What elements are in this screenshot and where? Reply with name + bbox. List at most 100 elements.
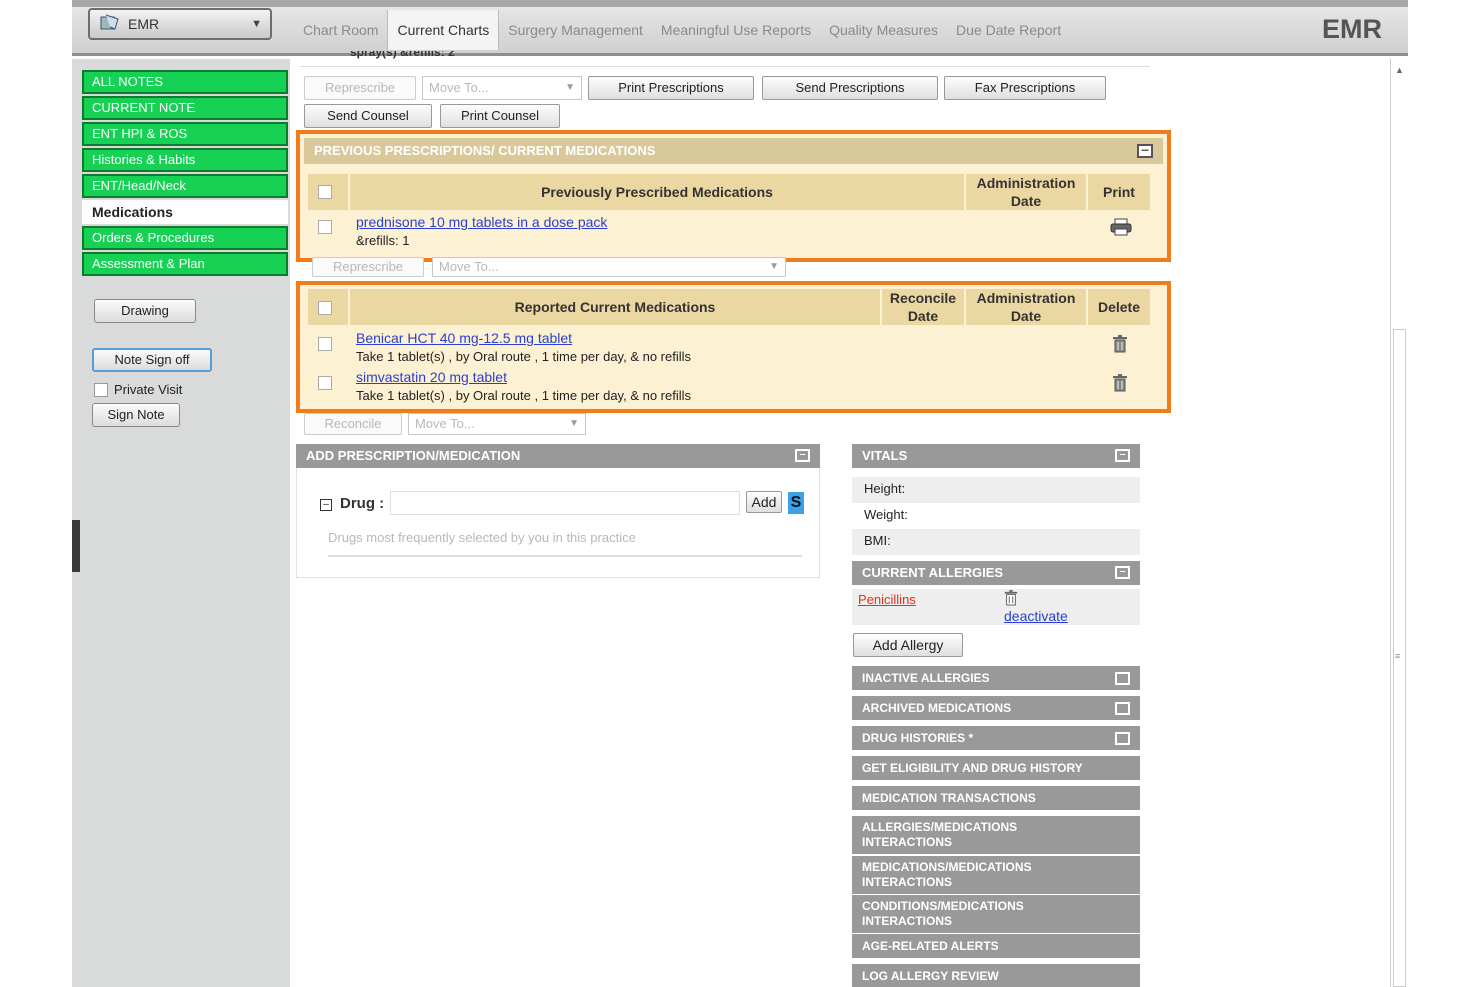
vertical-scrollbar[interactable]: ▲ ≡ <box>1390 59 1408 987</box>
send-prescriptions-button[interactable]: Send Prescriptions <box>762 76 938 100</box>
section-title: AGE-RELATED ALERTS <box>862 939 999 953</box>
col-reported-current-medications: Reported Current Medications <box>350 289 880 325</box>
tab-meaningful-use-reports[interactable]: Meaningful Use Reports <box>652 10 820 50</box>
collapse-tree-icon[interactable]: – <box>320 499 332 511</box>
drawing-button[interactable]: Drawing <box>94 299 196 323</box>
medication-row: Benicar HCT 40 mg-12.5 mg tablet Take 1 … <box>356 330 691 364</box>
tab-surgery-management[interactable]: Surgery Management <box>499 10 652 50</box>
allergy-penicillins-link[interactable]: Penicillins <box>858 592 916 607</box>
inactive-allergies-section[interactable]: INACTIVE ALLERGIES <box>852 666 1140 690</box>
main-content: spray(s) &refills: 2 Represcribe Move To… <box>290 51 1390 987</box>
move-to-select-2[interactable]: Move To... ▼ <box>432 257 786 277</box>
panel-title: ADD PRESCRIPTION/MEDICATION <box>306 448 521 463</box>
chevron-down-icon: ▼ <box>769 261 779 272</box>
collapse-icon[interactable]: – <box>1137 142 1153 158</box>
col-reconcile-date: Reconcile Date <box>882 289 964 325</box>
medication-link[interactable]: Benicar HCT 40 mg-12.5 mg tablet <box>356 330 691 346</box>
trash-icon[interactable] <box>1112 335 1128 356</box>
tab-quality-measures[interactable]: Quality Measures <box>820 10 947 50</box>
brand-logo: EMR <box>1322 14 1382 44</box>
section-title: INACTIVE ALLERGIES <box>862 671 990 685</box>
fax-prescriptions-button[interactable]: Fax Prescriptions <box>944 76 1106 100</box>
col-administration-date: Administration Date <box>966 289 1086 325</box>
frequent-drugs-hint: Drugs most frequently selected by you in… <box>328 530 636 545</box>
sign-note-button[interactable]: Sign Note <box>92 403 180 427</box>
private-visit-checkbox[interactable] <box>94 383 108 397</box>
conditions-medications-interactions-section[interactable]: CONDITIONS/MEDICATIONS INTERACTIONS <box>852 895 1140 933</box>
section-title: ARCHIVED MEDICATIONS <box>862 701 1012 715</box>
sidebar: ALL NOTES CURRENT NOTE ENT HPI & ROS His… <box>72 59 290 987</box>
col-print: Print <box>1088 174 1150 210</box>
row-checkbox[interactable] <box>318 337 332 351</box>
archived-medications-section[interactable]: ARCHIVED MEDICATIONS <box>852 696 1140 720</box>
note-sign-off-button[interactable]: Note Sign off <box>92 348 212 372</box>
medication-row: prednisone 10 mg tablets in a dose pack … <box>356 214 607 248</box>
medication-link[interactable]: simvastatin 20 mg tablet <box>356 369 691 385</box>
panel-title: VITALS <box>862 448 908 463</box>
move-to-select-3[interactable]: Move To... ▼ <box>408 413 586 435</box>
sidebar-item-assessment-plan[interactable]: Assessment & Plan <box>82 252 288 276</box>
private-visit-label: Private Visit <box>114 382 183 397</box>
medication-link[interactable]: prednisone 10 mg tablets in a dose pack <box>356 214 607 230</box>
printer-icon[interactable] <box>1110 218 1132 239</box>
row-checkbox[interactable] <box>318 376 332 390</box>
divider <box>328 555 802 557</box>
vitals-weight: Weight: <box>864 507 908 522</box>
log-allergy-review-section[interactable]: LOG ALLERGY REVIEW <box>852 964 1140 987</box>
medications-medications-interactions-section[interactable]: MEDICATIONS/MEDICATIONS INTERACTIONS <box>852 856 1140 894</box>
panel-title: CURRENT ALLERGIES <box>862 565 1004 580</box>
allergies-medications-interactions-section[interactable]: ALLERGIES/MEDICATIONS INTERACTIONS <box>852 816 1140 854</box>
reconcile-button[interactable]: Reconcile <box>304 413 402 435</box>
section-title: MEDICATIONS/MEDICATIONS INTERACTIONS <box>862 860 1032 889</box>
scroll-up-icon[interactable]: ▲ <box>1395 65 1404 75</box>
print-prescriptions-button[interactable]: Print Prescriptions <box>588 76 754 100</box>
tab-due-date-report[interactable]: Due Date Report <box>947 10 1070 50</box>
sidebar-item-current-note[interactable]: CURRENT NOTE <box>82 96 288 120</box>
expand-icon[interactable] <box>1115 702 1130 715</box>
represcribe-button-2[interactable]: Represcribe <box>312 257 424 277</box>
deactivate-link[interactable]: deactivate <box>1004 608 1068 624</box>
drug-search-input[interactable] <box>390 491 740 515</box>
sidebar-item-ent-head-neck[interactable]: ENT/Head/Neck <box>82 174 288 198</box>
collapse-icon[interactable]: – <box>1115 449 1130 462</box>
get-eligibility-section[interactable]: GET ELIGIBILITY AND DRUG HISTORY <box>852 756 1140 780</box>
s-button[interactable]: S <box>788 492 804 514</box>
medication-transactions-section[interactable]: MEDICATION TRANSACTIONS <box>852 786 1140 810</box>
add-allergy-button[interactable]: Add Allergy <box>853 633 963 657</box>
sidebar-item-ent-hpi-ros[interactable]: ENT HPI & ROS <box>82 122 288 146</box>
collapse-icon[interactable]: – <box>1115 566 1130 579</box>
add-drug-button[interactable]: Add <box>746 491 782 513</box>
tab-current-charts[interactable]: Current Charts <box>387 10 500 50</box>
vitals-bmi: BMI: <box>852 529 1140 555</box>
move-to-select-3-value: Move To... <box>415 416 475 431</box>
left-gutter-handle[interactable] <box>72 520 80 572</box>
sidebar-item-histories-habits[interactable]: Histories & Habits <box>82 148 288 172</box>
sidebar-item-all-notes[interactable]: ALL NOTES <box>82 70 288 94</box>
send-counsel-button[interactable]: Send Counsel <box>304 104 432 128</box>
medication-row: simvastatin 20 mg tablet Take 1 tablet(s… <box>356 369 691 403</box>
app-selector-dropdown[interactable]: EMR ▼ <box>88 8 272 40</box>
collapse-icon[interactable]: – <box>795 449 810 462</box>
move-to-select-value: Move To... <box>429 80 489 95</box>
print-counsel-button[interactable]: Print Counsel <box>440 104 560 128</box>
sidebar-item-medications[interactable]: Medications <box>82 200 288 224</box>
section-title: LOG ALLERGY REVIEW <box>862 969 999 983</box>
section-title: ALLERGIES/MEDICATIONS INTERACTIONS <box>862 820 1018 849</box>
tab-chart-room[interactable]: Chart Room <box>294 10 387 50</box>
row-checkbox[interactable] <box>318 220 332 234</box>
add-prescription-body <box>296 468 820 578</box>
sidebar-item-orders-procedures[interactable]: Orders & Procedures <box>82 226 288 250</box>
col-delete: Delete <box>1088 289 1150 325</box>
move-to-select[interactable]: Move To... ▼ <box>422 76 582 100</box>
trash-icon[interactable] <box>1004 590 1018 609</box>
expand-icon[interactable] <box>1115 732 1130 745</box>
select-all-checkbox[interactable] <box>318 301 332 315</box>
expand-icon[interactable] <box>1115 672 1130 685</box>
represcribe-button[interactable]: Represcribe <box>304 76 416 100</box>
age-related-alerts-section[interactable]: AGE-RELATED ALERTS <box>852 934 1140 958</box>
reported-medications-panel: Reported Current Medications Reconcile D… <box>296 281 1171 413</box>
trash-icon[interactable] <box>1112 374 1128 395</box>
select-all-checkbox[interactable] <box>318 185 332 199</box>
vitals-height: Height: <box>852 477 1140 503</box>
drug-histories-section[interactable]: DRUG HISTORIES * <box>852 726 1140 750</box>
